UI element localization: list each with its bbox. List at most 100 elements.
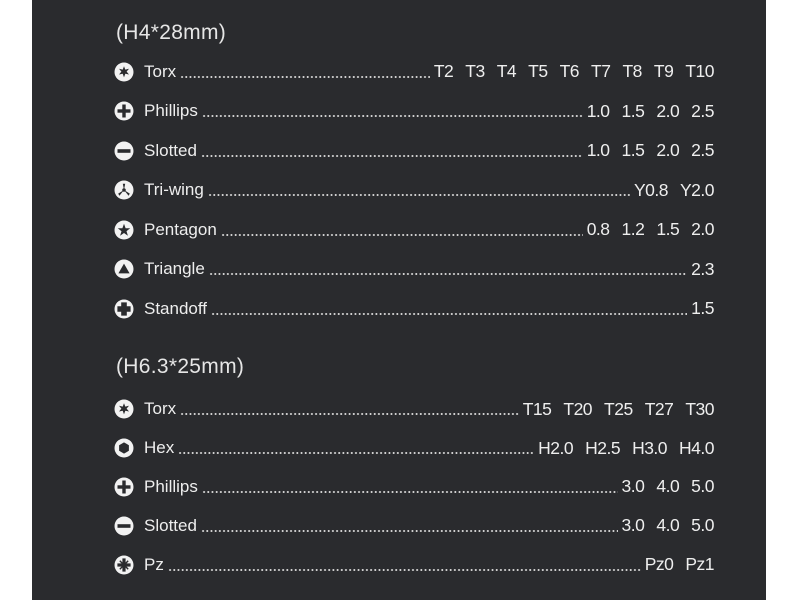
bit-type-label: Slotted — [144, 140, 197, 160]
bit-row-triangle: Triangle 2.3 — [114, 250, 714, 290]
standoff-icon — [114, 299, 134, 319]
bit-size: 5.0 — [691, 515, 714, 536]
bit-size: 1.0 — [586, 140, 610, 161]
bit-size: T7 — [591, 61, 611, 82]
phillips-icon — [114, 477, 134, 497]
bit-size: T10 — [685, 61, 714, 82]
bit-size: Pz0 — [644, 554, 674, 575]
bit-type-label: Pz — [144, 554, 164, 574]
bit-size: 2.0 — [656, 140, 680, 161]
bit-type-label: Phillips — [144, 101, 198, 121]
dot-leader — [180, 75, 430, 78]
bit-size: 3.0 — [621, 476, 645, 497]
bit-type-label: Standoff — [144, 298, 208, 318]
torx-icon — [114, 62, 134, 82]
bit-size: 2.5 — [691, 140, 714, 161]
bit-sizes: 1.0 1.5 2.0 2.5 — [586, 140, 715, 161]
bit-row-torx: Torx T15 T20 T25 T27 T30 — [114, 390, 714, 429]
bit-row-standoff: Standoff 1.5 — [114, 289, 714, 329]
bit-section-h63: (H6.3*25mm) Torx T15 T20 T25 T27 T30 Hex H2.0 H2… — [114, 350, 714, 584]
bit-size: 4.0 — [656, 476, 680, 497]
bit-size: 1.5 — [621, 140, 645, 161]
dot-leader — [200, 529, 618, 532]
bit-sizes: Y0.8 Y2.0 — [634, 179, 715, 201]
bit-size: T4 — [496, 61, 517, 82]
bit-sizes: 1.5 — [691, 298, 714, 319]
bit-size: Y0.8 — [634, 179, 669, 200]
section-heading: (H4*28mm) — [116, 21, 227, 44]
bit-size: T2 — [433, 61, 454, 82]
dot-leader — [167, 568, 641, 571]
pozidriv-icon — [114, 555, 134, 575]
bit-section-h4: (H4*28mm) Torx T2 T3 T4 T5 T6 T7 T8 T9 T10 Phillip… — [114, 16, 715, 329]
bit-list: Torx T15 T20 T25 T27 T30 Hex H2.0 H2.5 H3.0 H4.0 Ph… — [114, 390, 714, 584]
bit-size: 2.0 — [656, 100, 680, 121]
bit-row-phillips: Phillips 1.0 1.5 2.0 2.5 — [114, 92, 714, 132]
bit-size: Y2.0 — [680, 179, 715, 200]
bit-sizes: 3.0 4.0 5.0 — [621, 476, 715, 497]
bit-sizes: T2 T3 T4 T5 T6 T7 T8 T9 T10 — [433, 61, 715, 82]
bit-size: T30 — [685, 398, 714, 419]
bit-row-hex: Hex H2.0 H2.5 H3.0 H4.0 — [114, 429, 714, 468]
hex-icon — [114, 438, 134, 458]
bit-type-label: Torx — [144, 399, 177, 419]
dot-leader — [178, 452, 535, 455]
bit-type-label: Slotted — [144, 515, 197, 535]
bit-size: H3.0 — [632, 437, 668, 458]
bit-sizes: 1.0 1.5 2.0 2.5 — [586, 100, 715, 122]
torx-icon — [114, 399, 134, 419]
phillips-icon — [114, 101, 134, 121]
bit-type-label: Triangle — [144, 259, 205, 279]
bit-size: T27 — [644, 398, 674, 419]
bit-size: 1.5 — [691, 298, 714, 319]
tri-wing-icon — [114, 180, 134, 200]
bit-sizes: H2.0 H2.5 H3.0 H4.0 — [538, 438, 714, 459]
slotted-icon — [114, 516, 134, 536]
bit-row-torx: Torx T2 T3 T4 T5 T6 T7 T8 T9 T10 — [114, 52, 714, 92]
bit-size: Pz1 — [685, 554, 714, 575]
bit-row-slotted: Slotted 3.0 4.0 5.0 — [114, 506, 714, 545]
bit-type-label: Phillips — [144, 476, 198, 496]
bit-sizes: 3.0 4.0 5.0 — [621, 515, 715, 536]
bit-size: T9 — [653, 61, 674, 82]
bit-size: 2.3 — [691, 258, 714, 279]
bit-size: 1.5 — [621, 100, 645, 121]
bit-size: T8 — [622, 61, 642, 82]
bit-size: T15 — [522, 398, 552, 419]
bit-size: H2.0 — [538, 437, 574, 458]
bit-type-label: Tri-wing — [144, 180, 204, 200]
bit-size: T6 — [559, 61, 580, 82]
bit-type-label: Torx — [144, 61, 177, 81]
dot-leader — [220, 233, 583, 236]
dot-leader — [200, 154, 583, 157]
bit-size: 1.5 — [656, 219, 680, 240]
dot-leader — [201, 490, 618, 493]
bit-size: 2.0 — [691, 219, 714, 240]
bit-sizes: T15 T20 T25 T27 T30 — [522, 398, 715, 420]
bit-row-tri-wing: Tri-wing Y0.8 Y2.0 — [114, 171, 715, 211]
bit-size: T3 — [465, 61, 485, 82]
bit-size: 4.0 — [656, 515, 680, 536]
bit-size: 1.2 — [621, 219, 645, 240]
section-heading: (H6.3*25mm) — [116, 355, 245, 378]
bit-row-pz: Pz Pz0 Pz1 — [114, 545, 714, 584]
bit-sizes: 2.3 — [691, 259, 714, 280]
bit-type-label: Pentagon — [144, 219, 217, 239]
bit-row-slotted: Slotted 1.0 1.5 2.0 2.5 — [114, 131, 714, 171]
bit-size: T20 — [563, 398, 593, 419]
bit-size: H2.5 — [585, 437, 621, 458]
bit-type-label: Hex — [144, 438, 175, 458]
bit-list: Torx T2 T3 T4 T5 T6 T7 T8 T9 T10 Phillips 1.0 1.5 2.0… — [114, 52, 715, 329]
bit-size: 0.8 — [586, 219, 610, 240]
bit-size: 3.0 — [621, 515, 645, 536]
bit-size: T25 — [604, 398, 633, 419]
bit-size: 5.0 — [691, 476, 714, 497]
bit-size: T5 — [528, 61, 548, 82]
bit-sizes: 0.8 1.2 1.5 2.0 — [586, 219, 715, 240]
bit-spec-panel: (H4*28mm) Torx T2 T3 T4 T5 T6 T7 T8 T9 T10 Phillip… — [32, 0, 766, 600]
bit-size: 1.0 — [586, 100, 610, 121]
dot-leader — [207, 194, 630, 197]
bit-size: 2.5 — [691, 100, 714, 121]
bit-row-pentagon: Pentagon 0.8 1.2 1.5 2.0 — [114, 210, 714, 250]
dot-leader — [208, 273, 688, 276]
